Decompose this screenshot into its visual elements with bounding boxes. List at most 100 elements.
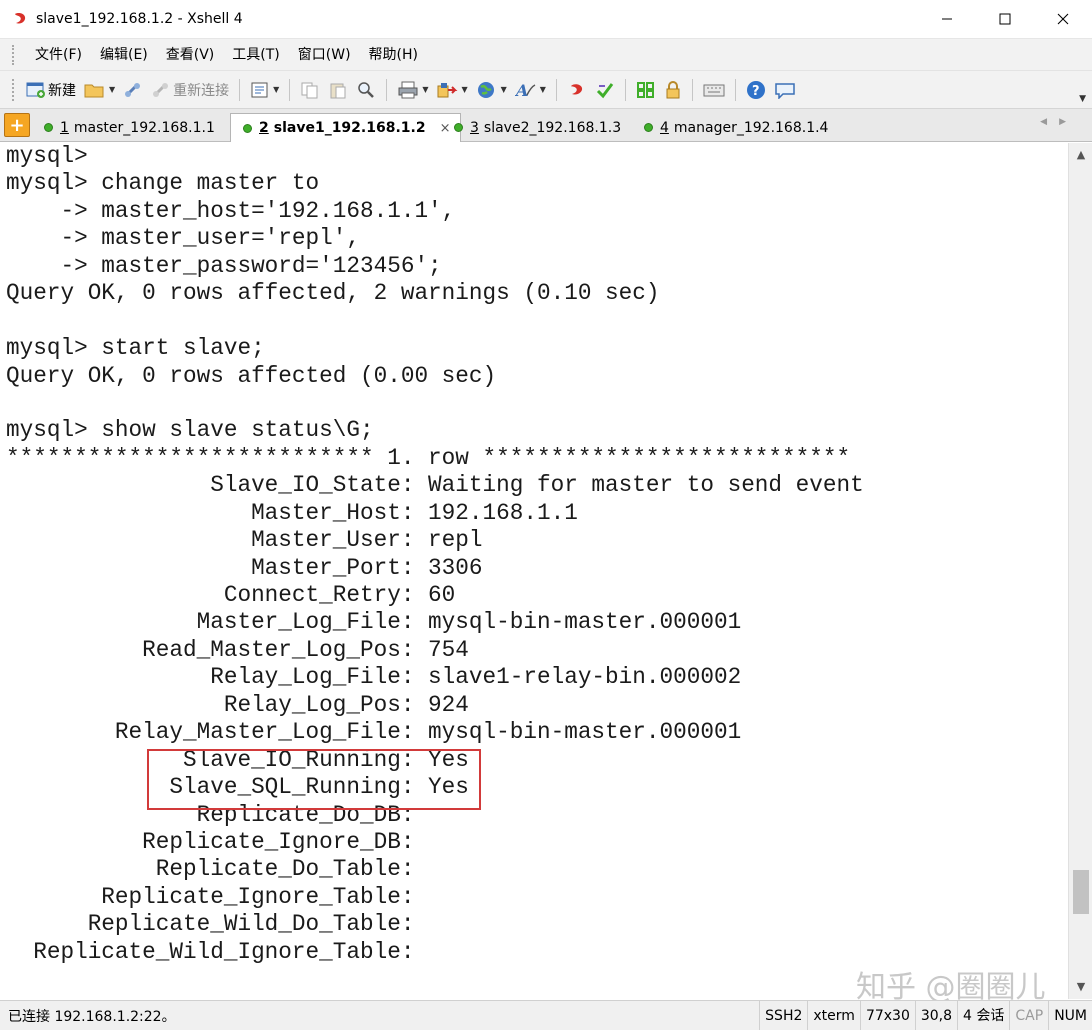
tab-label: manager_192.168.1.4: [673, 119, 829, 136]
chat-button[interactable]: [770, 76, 800, 104]
terminal-line: Master_Log_File: mysql-bin-master.000001: [6, 609, 742, 636]
connected-status-icon: [243, 123, 252, 133]
menu-help[interactable]: 帮助(H): [360, 39, 427, 71]
tab-number: 1: [60, 119, 69, 136]
session-count-status: 4 会话: [957, 1000, 1009, 1030]
terminal-line: mysql> change master to: [6, 170, 320, 197]
close-icon[interactable]: [1034, 0, 1092, 38]
scrollbar-thumb[interactable]: [1073, 870, 1089, 914]
menu-file[interactable]: 文件(F): [26, 39, 91, 71]
tab-session-3[interactable]: 3 slave2_192.168.1.3: [454, 113, 621, 142]
close-tab-icon[interactable]: ×: [440, 121, 451, 136]
terminal-type-status: xterm: [807, 1000, 860, 1030]
new-session-icon: [26, 82, 45, 98]
menu-tools[interactable]: 工具(T): [223, 39, 288, 71]
paste-icon: [330, 83, 346, 98]
find-icon: [358, 81, 375, 98]
add-session-tab-button[interactable]: +: [4, 113, 30, 137]
globe-icon: [477, 81, 494, 98]
font-button[interactable]: A ▼: [511, 76, 550, 104]
terminal-line: Relay_Log_Pos: 924: [6, 691, 469, 718]
transfer-button[interactable]: ▼: [432, 76, 471, 104]
layout-button[interactable]: [632, 76, 660, 104]
terminal-line: Connect_Retry: 60: [6, 582, 456, 608]
minimize-icon[interactable]: [918, 0, 976, 38]
xshell-logo-icon: [15, 13, 26, 24]
toolbar-overflow-icon[interactable]: ▼: [1079, 94, 1086, 104]
connect-button[interactable]: [119, 76, 147, 104]
reconnect-button[interactable]: 重新连接: [147, 76, 233, 104]
terminal-size-status: 77x30: [859, 1000, 915, 1030]
menu-edit[interactable]: 编辑(E): [91, 39, 157, 71]
new-session-button[interactable]: 新建: [22, 76, 80, 104]
print-icon: [398, 81, 418, 98]
tab-scroll-arrows[interactable]: ◀▶: [1040, 117, 1078, 127]
maximize-icon[interactable]: [976, 0, 1034, 38]
cursor-position-status: 30,8: [914, 1000, 957, 1030]
terminal-line: -> master_password='123456';: [6, 252, 442, 279]
toolbar-separator: [691, 78, 693, 101]
lock-button[interactable]: [660, 76, 686, 104]
connected-status-icon: [644, 123, 653, 132]
menu-window[interactable]: 窗口(W): [289, 39, 360, 71]
xagent-icon: [596, 82, 614, 98]
help-button[interactable]: ?: [742, 76, 770, 104]
copy-icon: [301, 82, 318, 98]
protocol-status: SSH2: [759, 1000, 807, 1030]
terminal-line: Master_Port: 3306: [6, 554, 483, 581]
paste-button[interactable]: [324, 76, 352, 104]
plus-icon: +: [9, 114, 25, 136]
new-session-label: 新建: [48, 82, 76, 99]
tab-session-4[interactable]: 4 manager_192.168.1.4: [644, 113, 828, 142]
chevron-down-icon: ▼: [109, 85, 116, 94]
chevron-down-icon: ▼: [422, 85, 429, 94]
terminal-line: Master_Host: 192.168.1.1: [6, 499, 578, 526]
window-controls: [918, 0, 1092, 38]
menu-view[interactable]: 查看(V): [157, 39, 224, 71]
copy-button[interactable]: [296, 76, 324, 104]
terminal-line: Relay_Log_File: slave1-relay-bin.000002: [6, 664, 742, 691]
tab-label: slave1_192.168.1.2: [273, 120, 426, 136]
scroll-down-icon[interactable]: ▼: [1069, 977, 1092, 997]
caps-lock-status: CAP: [1009, 1000, 1048, 1030]
toolbar: 新建 ▼ 重新连接 ▼ ▼ ▼ ▼ A ▼ ? ▼: [0, 70, 1092, 108]
open-button[interactable]: ▼: [80, 76, 119, 104]
connected-status-icon: [44, 123, 53, 132]
terminal-line: Replicate_Ignore_Table:: [6, 883, 415, 910]
menu-grip[interactable]: [12, 44, 16, 65]
terminal-line: Replicate_Do_Table:: [6, 856, 415, 883]
terminal-line: mysql> start slave;: [6, 335, 265, 362]
terminal-line: Slave_IO_State: Waiting for master to se…: [6, 472, 864, 499]
print-button[interactable]: ▼: [393, 76, 432, 104]
connect-link-icon: [125, 82, 141, 97]
keyboard-icon: [703, 84, 725, 96]
tab-session-1[interactable]: 1 master_192.168.1.1: [44, 113, 215, 142]
terminal-line: Replicate_Ignore_DB:: [6, 828, 415, 855]
chat-icon: [775, 82, 795, 99]
terminal-line: Query OK, 0 rows affected (0.00 sec): [6, 362, 497, 389]
terminal-line: Query OK, 0 rows affected, 2 warnings (0…: [6, 280, 660, 307]
keyboard-button[interactable]: [699, 76, 729, 104]
xftp-button[interactable]: [563, 76, 591, 104]
terminal-line: Master_User: repl: [6, 527, 483, 554]
globe-button[interactable]: ▼: [472, 76, 511, 104]
xagent-button[interactable]: [591, 76, 619, 104]
scroll-up-icon[interactable]: ▲: [1069, 145, 1092, 165]
tab-label: master_192.168.1.1: [73, 119, 215, 136]
properties-button[interactable]: ▼: [246, 76, 283, 104]
menu-bar: 文件(F) 编辑(E) 查看(V) 工具(T) 窗口(W) 帮助(H): [0, 38, 1092, 70]
tab-session-2[interactable]: 2 slave1_192.168.1.2 ×: [230, 113, 462, 142]
status-bar: 已连接 192.168.1.2:22。 SSH2 xterm 77x30 30,…: [0, 1000, 1092, 1030]
highlight-annotation-box: [147, 749, 481, 810]
tab-number: 2: [259, 120, 269, 136]
tab-label: slave2_192.168.1.3: [483, 119, 622, 136]
session-tab-bar: + 1 master_192.168.1.1 2 slave1_192.168.…: [0, 108, 1092, 142]
toolbar-grip[interactable]: [12, 78, 16, 101]
terminal-output[interactable]: mysql> mysql> change master to -> master…: [0, 143, 1068, 999]
terminal-scrollbar[interactable]: ▲ ▼: [1068, 143, 1092, 999]
find-button[interactable]: [352, 76, 380, 104]
toolbar-separator: [555, 78, 557, 101]
reconnect-icon: [153, 82, 169, 97]
reconnect-label: 重新连接: [173, 82, 230, 99]
